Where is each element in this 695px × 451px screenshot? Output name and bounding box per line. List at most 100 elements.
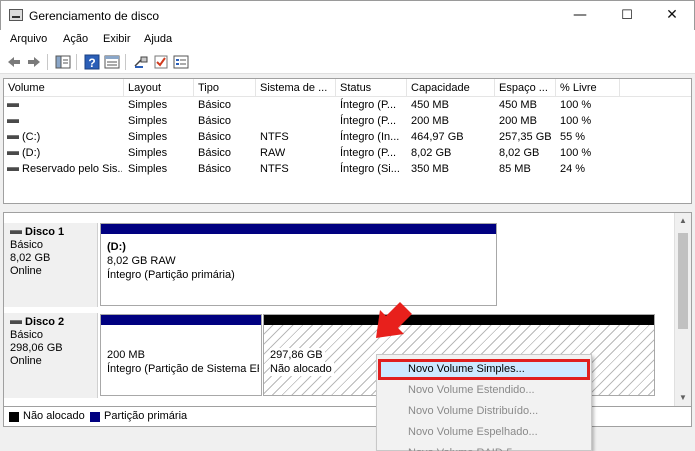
volume-name: Reservado pelo Sis...	[22, 163, 122, 175]
unallocated-status: Não alocado	[270, 362, 334, 376]
disk-2-state: Online	[10, 355, 42, 367]
volume-icon	[7, 167, 19, 171]
disk-icon	[10, 230, 22, 235]
volume-free-space: 200 MB	[499, 115, 537, 127]
volume-percent-free: 100 %	[560, 99, 592, 111]
unallocated-swatch	[9, 412, 19, 422]
volume-free-space: 85 MB	[499, 163, 531, 175]
close-button[interactable]: ✕	[649, 1, 695, 30]
volume-status: Íntegro (P...	[340, 99, 397, 111]
volume-type: Básico	[198, 99, 232, 111]
console-tree-icon[interactable]	[55, 54, 71, 70]
unallocated-bar	[264, 315, 654, 325]
volume-icon	[7, 103, 19, 107]
table-row[interactable]: (D:) Simples Básico RAW Íntegro (P... 8,…	[4, 145, 691, 161]
partition-efi-size: 200 MB	[107, 349, 145, 361]
connect-icon[interactable]	[133, 54, 149, 70]
volume-percent-free: 100 %	[560, 147, 592, 159]
volume-percent-free: 55 %	[560, 131, 586, 143]
table-row[interactable]: Simples Básico Íntegro (P... 450 MB 450 …	[4, 97, 691, 113]
volume-status: Íntegro (In...	[340, 131, 400, 143]
window-title: Gerenciamento de disco	[29, 9, 160, 23]
legend-primary-partition: Partição primária	[104, 410, 188, 422]
volume-capacity: 450 MB	[411, 99, 449, 111]
disk-1-state: Online	[10, 265, 42, 277]
column-header-livre[interactable]: % Livre	[556, 79, 620, 97]
back-arrow-icon[interactable]	[6, 54, 22, 70]
volume-list: Volume Layout Tipo Sistema de ... Status…	[3, 78, 692, 204]
partition-d-status: Íntegro (Partição primária)	[107, 269, 235, 281]
volume-free-space: 257,35 GB	[499, 131, 552, 143]
menu-item-new-mirrored-volume: Novo Volume Espelhado...	[408, 426, 538, 438]
menu-arquivo[interactable]: Arquivo	[10, 33, 47, 45]
partition-efi[interactable]: 200 MB Íntegro (Partição de Sistema EF	[100, 314, 262, 396]
disk-1-type: Básico	[10, 239, 44, 251]
primary-partition-swatch	[90, 412, 100, 422]
volume-capacity: 8,02 GB	[411, 147, 452, 159]
table-row[interactable]: Simples Básico Íntegro (P... 200 MB 200 …	[4, 113, 691, 129]
column-header-capacidade[interactable]: Capacidade	[407, 79, 495, 97]
table-row[interactable]: (C:) Simples Básico NTFS Íntegro (In... …	[4, 129, 691, 145]
check-icon[interactable]	[153, 54, 169, 70]
volume-name: (C:)	[22, 131, 41, 143]
legend-unallocated: Não alocado	[23, 410, 85, 422]
menu-ajuda[interactable]: Ajuda	[144, 33, 172, 45]
pane-splitter[interactable]	[0, 204, 695, 212]
scroll-up-icon[interactable]: ▲	[675, 213, 691, 229]
partition-d-title: (D:)	[107, 241, 126, 253]
column-header-status[interactable]: Status	[336, 79, 407, 97]
volume-filesystem: RAW	[260, 147, 286, 159]
toolbar-separator	[125, 54, 126, 70]
menu-item-new-striped-volume: Novo Volume Distribuído...	[408, 405, 539, 417]
menu-bar: Arquivo Ação Exibir Ajuda	[0, 30, 695, 50]
properties-icon[interactable]	[104, 54, 120, 70]
scrollbar-thumb[interactable]	[678, 233, 688, 329]
volume-icon	[7, 151, 19, 155]
volume-name: (D:)	[22, 147, 41, 159]
disk-2-size: 298,06 GB	[10, 342, 63, 354]
menu-item-new-raid5-volume: Novo Volume RAID-5...	[377, 443, 591, 451]
partition-efi-status: Íntegro (Partição de Sistema EF	[107, 363, 259, 375]
volume-percent-free: 100 %	[560, 115, 592, 127]
column-header-volume[interactable]: Volume	[4, 79, 124, 97]
disk-1-name: Disco 1	[25, 226, 65, 238]
unallocated-size: 297,86 GB	[270, 348, 325, 362]
toolbar: ?	[0, 50, 695, 74]
disk-pane-scrollbar[interactable]: ▲ ▼	[674, 213, 691, 406]
volume-layout: Simples	[128, 115, 168, 127]
disk-2-info[interactable]: Disco 2 Básico 298,06 GB Online	[4, 313, 98, 398]
volume-layout: Simples	[128, 131, 168, 143]
forward-arrow-icon[interactable]	[26, 54, 42, 70]
table-row[interactable]: Reservado pelo Sis... Simples Básico NTF…	[4, 161, 691, 177]
maximize-button[interactable]: ☐	[604, 1, 650, 30]
disk-management-app-icon	[9, 9, 23, 21]
toolbar-separator	[76, 54, 77, 70]
volume-capacity: 464,97 GB	[411, 131, 464, 143]
volume-name	[22, 97, 122, 113]
partition-d[interactable]: (D:) 8,02 GB RAW Íntegro (Partição primá…	[100, 223, 497, 306]
menu-item-new-simple-volume[interactable]: Novo Volume Simples...	[378, 359, 590, 380]
volume-layout: Simples	[128, 147, 168, 159]
menu-exibir[interactable]: Exibir	[103, 33, 131, 45]
minimize-button[interactable]: —	[557, 1, 603, 30]
column-header-sistema[interactable]: Sistema de ...	[256, 79, 336, 97]
context-menu: Novo Volume Simples... Novo Volume Esten…	[376, 354, 592, 451]
disk-1-title: Disco 1	[10, 226, 91, 239]
column-header-layout[interactable]: Layout	[124, 79, 194, 97]
partition-d-size: 8,02 GB RAW	[107, 255, 176, 267]
title-bar: Gerenciamento de disco — ☐ ✕	[0, 0, 695, 30]
column-header-tipo[interactable]: Tipo	[194, 79, 256, 97]
volume-layout: Simples	[128, 99, 168, 111]
help-icon[interactable]: ?	[84, 54, 100, 70]
disk-2-type: Básico	[10, 329, 44, 341]
column-header-espaco[interactable]: Espaço ...	[495, 79, 556, 97]
disk-icon	[10, 320, 22, 325]
disk-1-info[interactable]: Disco 1 Básico 8,02 GB Online	[4, 223, 98, 307]
menu-acao[interactable]: Ação	[63, 33, 88, 45]
volume-free-space: 8,02 GB	[499, 147, 540, 159]
scroll-down-icon[interactable]: ▼	[675, 390, 691, 406]
disk-2-title: Disco 2	[10, 316, 91, 329]
list-icon[interactable]	[173, 54, 189, 70]
volume-free-space: 450 MB	[499, 99, 537, 111]
volume-status: Íntegro (P...	[340, 147, 397, 159]
